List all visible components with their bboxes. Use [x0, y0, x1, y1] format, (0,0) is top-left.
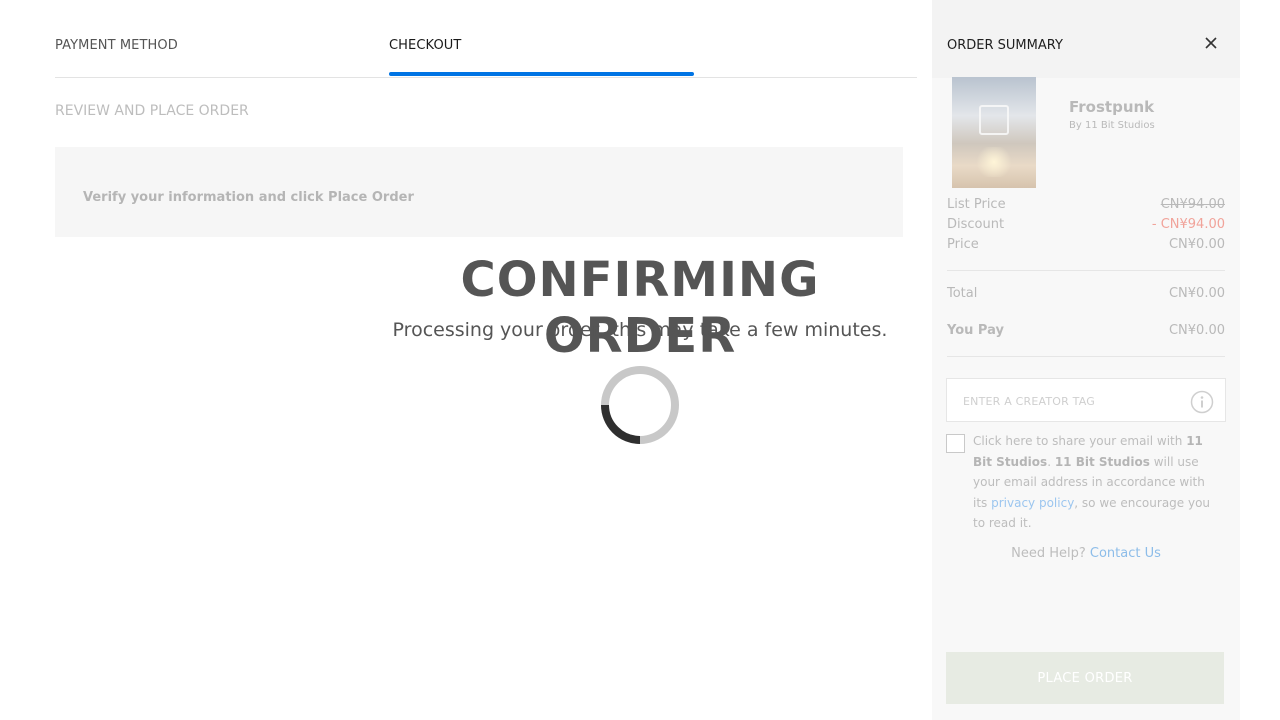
you-pay-label: You Pay [947, 323, 1004, 338]
creator-tag-input[interactable] [963, 391, 1183, 411]
place-order-button[interactable]: PLACE ORDER [946, 652, 1224, 704]
contact-us-link[interactable]: Contact Us [1090, 546, 1161, 561]
order-summary-panel: ORDER SUMMARY Frostpunk By 11 Bit Studio… [932, 0, 1240, 720]
summary-divider [947, 356, 1225, 357]
total-label: Total [947, 286, 978, 301]
info-icon[interactable] [1190, 390, 1214, 414]
thumbnail-glow [974, 147, 1014, 177]
product-name: Frostpunk [1069, 98, 1155, 116]
loading-spinner-icon [601, 366, 679, 444]
list-price-value: CN¥94.00 [1160, 197, 1225, 212]
frostpunk-logo-icon [979, 105, 1009, 135]
need-help-line: Need Help? Contact Us [932, 546, 1240, 561]
discount-value: - CN¥94.00 [1151, 217, 1225, 232]
consent-separator: . [1047, 454, 1055, 469]
consent-prefix: Click here to share your email with [973, 434, 1187, 448]
price-label: Price [947, 237, 979, 252]
summary-divider [947, 270, 1225, 271]
checkout-tabs: PAYMENT METHOD CHECKOUT [55, 0, 917, 78]
you-pay-value: CN¥0.00 [1168, 323, 1225, 338]
need-help-text: Need Help? [1011, 546, 1086, 561]
verify-info-box: Verify your information and click Place … [55, 147, 903, 237]
consent-publisher-2: 11 Bit Studios [1054, 454, 1150, 469]
creator-tag-field [946, 378, 1226, 422]
confirming-order-subtitle: Processing your order, this may take a f… [392, 319, 888, 341]
total-value: CN¥0.00 [1168, 286, 1225, 301]
product-publisher: By 11 Bit Studios [1069, 120, 1155, 131]
order-summary-header: ORDER SUMMARY [932, 0, 1240, 78]
tab-payment-method[interactable]: PAYMENT METHOD [55, 38, 178, 53]
share-email-checkbox[interactable] [946, 434, 965, 453]
verify-instruction: Verify your information and click Place … [83, 190, 414, 205]
list-price-label: List Price [947, 197, 1006, 212]
privacy-policy-link[interactable]: privacy policy [991, 496, 1074, 510]
tab-checkout[interactable]: CHECKOUT [389, 38, 461, 53]
review-heading: REVIEW AND PLACE ORDER [55, 103, 249, 119]
close-icon[interactable] [1202, 34, 1220, 52]
price-value: CN¥0.00 [1168, 237, 1225, 252]
confirming-order-title: CONFIRMING ORDER [460, 252, 820, 364]
discount-label: Discount [947, 217, 1005, 232]
share-email-consent-text: Click here to share your email with 11 B… [973, 431, 1213, 534]
checkout-page: PAYMENT METHOD CHECKOUT REVIEW AND PLACE… [0, 0, 1280, 720]
active-tab-indicator [389, 72, 694, 76]
product-thumbnail [952, 77, 1036, 188]
order-summary-title: ORDER SUMMARY [947, 38, 1063, 53]
